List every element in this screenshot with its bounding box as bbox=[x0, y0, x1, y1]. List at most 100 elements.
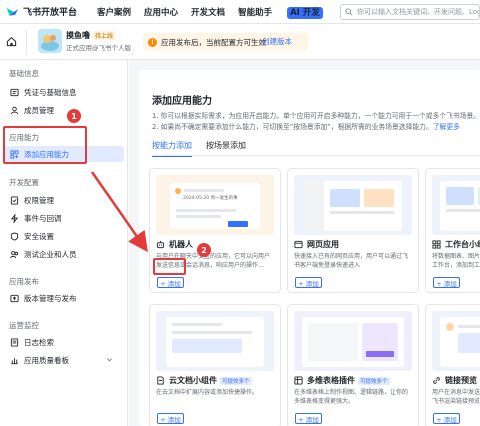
sidebar-section-dev-config: 开发配置 bbox=[9, 178, 39, 187]
event-icon bbox=[10, 213, 19, 223]
table-icon bbox=[294, 376, 303, 385]
card-thumbnail: 2024-05-20 周一发生的事 bbox=[156, 175, 274, 235]
search-icon bbox=[345, 8, 353, 16]
nav-smart-assistant-label: 智能助手 bbox=[238, 7, 273, 18]
platform-title: 飞书开放平台 bbox=[23, 8, 78, 18]
capability-card-web-app[interactable]: 网页应用 快速接入已有的网页应用，用户可以通过飞书客户端免登录快速进入 + 添加 bbox=[287, 168, 419, 293]
add-link-preview-button[interactable]: + 添加 bbox=[433, 413, 460, 424]
user-icon bbox=[10, 106, 19, 114]
sidebar-item-label: 测试企业和人员 bbox=[24, 249, 77, 259]
card-title: 云文档小组件 可提效多个 bbox=[156, 375, 252, 386]
card-thumbnail bbox=[432, 175, 480, 235]
home-icon[interactable] bbox=[6, 36, 17, 47]
app-name: 摸鱼噜 待上线 bbox=[66, 30, 116, 41]
sidebar-item-events[interactable]: 事件与回调 bbox=[4, 210, 124, 226]
sidebar-item-label: 成员管理 bbox=[24, 105, 54, 115]
app-status-badge: 待上线 bbox=[93, 31, 116, 40]
card-description: 快速接入已有的网页应用，用户可以通过飞书客户端免登录快速进入 bbox=[294, 253, 409, 269]
log-icon bbox=[10, 337, 19, 347]
sidebar-item-label: 日志检索 bbox=[24, 337, 54, 347]
sidebar-item-security[interactable]: 安全设置 bbox=[4, 228, 124, 244]
feishu-open-platform-logo[interactable]: 飞书开放平台 bbox=[6, 5, 77, 18]
feishu-logo-icon bbox=[6, 7, 19, 16]
sidebar: 基础信息 凭证与基础信息 成员管理 应用能力 添加应用能力 开发配置 权限管理 … bbox=[0, 60, 128, 426]
card-title-label: 网页应用 bbox=[307, 240, 339, 249]
sidebar-item-members[interactable]: 成员管理 bbox=[4, 102, 124, 118]
release-icon bbox=[10, 294, 19, 302]
app-header: 摸鱼噜 待上线 正式应用@飞书个人版 ! 应用发布后，当前配置方可生效 创建版本 bbox=[0, 24, 480, 60]
ai-dev-badge: AI 开发 bbox=[287, 6, 323, 19]
sidebar-section-basic: 基础信息 bbox=[9, 69, 39, 78]
add-workplace-widget-button[interactable]: + 添加 bbox=[433, 277, 460, 288]
top-nav: 客户案例 应用中心 开发文档 智能助手 AI 开发 bbox=[97, 6, 349, 19]
add-docs-widget-button[interactable]: + 添加 bbox=[157, 413, 184, 424]
nav-smart-assistant[interactable]: 智能助手 AI 开发 bbox=[238, 6, 336, 19]
app-name-label: 摸鱼噜 bbox=[66, 31, 90, 40]
capability-card-link-preview[interactable]: 链接预览 用户在消息中发送链接后，由应用处理产生飞书渲染链接预览 + 添加 bbox=[425, 304, 480, 426]
sidebar-section-monitoring: 运营监控 bbox=[9, 321, 39, 330]
sidebar-item-permissions[interactable]: 权限管理 bbox=[4, 192, 124, 208]
permission-icon bbox=[10, 195, 19, 205]
highlight-box-add-button bbox=[153, 258, 186, 275]
sidebar-item-label: 事件与回调 bbox=[24, 213, 62, 223]
card-thumbnail bbox=[432, 311, 480, 371]
search-placeholder: 你可以输入文档关键词、开发问题、Log ID bbox=[357, 8, 480, 16]
learn-more-link[interactable]: 了解更多 bbox=[433, 123, 460, 131]
nav-app-center[interactable]: 应用中心 bbox=[144, 6, 178, 18]
widget-icon bbox=[432, 240, 441, 249]
sidebar-item-version-release[interactable]: 版本管理与发布 bbox=[4, 290, 124, 306]
sidebar-item-label: 版本管理与发布 bbox=[24, 293, 77, 303]
card-thumbnail bbox=[294, 311, 412, 371]
add-web-app-button[interactable]: + 添加 bbox=[295, 277, 322, 288]
widget-preview-illustration bbox=[440, 181, 480, 231]
warning-icon: ! bbox=[148, 37, 157, 47]
capability-card-bitable-plugin[interactable]: 多维表格插件 可提效多个 在多维表格上制作视图、逻辑链路，让你的多维表格变得更强… bbox=[287, 304, 419, 426]
fish-avatar-icon bbox=[38, 29, 62, 53]
card-title-label: 云文档小组件 bbox=[169, 376, 217, 385]
sidebar-section-release: 应用发布 bbox=[9, 277, 39, 286]
card-description: 在云文档中扩展内容或添加快捷操作。 bbox=[156, 389, 259, 396]
bitable-preview-illustration bbox=[302, 317, 404, 367]
bot-preview-illustration bbox=[170, 183, 260, 229]
bot-preview-date: 2024-05-20 周一发生的事 bbox=[183, 196, 238, 201]
app-subtitle: 正式应用@飞书个人版 bbox=[66, 44, 131, 52]
add-bot-button[interactable]: + 添加 bbox=[157, 277, 184, 288]
card-badge: 可提效多个 bbox=[358, 376, 390, 385]
sidebar-item-log-search[interactable]: 日志检索 bbox=[4, 334, 124, 350]
test-users-icon bbox=[10, 250, 19, 258]
sidebar-item-label: 凭证与基础信息 bbox=[24, 87, 77, 97]
dashboard-icon bbox=[11, 357, 18, 364]
card-title-label: 机器人 bbox=[169, 240, 193, 249]
link-preview-illustration bbox=[440, 317, 480, 367]
card-title: 工作台小组件 bbox=[432, 239, 480, 250]
create-version-link[interactable]: 创建版本 bbox=[262, 33, 292, 51]
card-badge: 可提效多个 bbox=[220, 376, 252, 385]
tab-divider bbox=[152, 155, 480, 156]
card-thumbnail bbox=[156, 311, 274, 371]
sidebar-item-quality-dashboard[interactable]: 应用质量看板 bbox=[4, 352, 124, 368]
add-bitable-plugin-button[interactable]: + 添加 bbox=[295, 413, 322, 424]
web-app-preview-illustration bbox=[304, 181, 402, 231]
card-description: 用户在消息中发送链接后，由应用处理产生飞书渲染链接预览 bbox=[432, 389, 480, 405]
search-input[interactable]: 你可以输入文档关键词、开发问题、Log ID bbox=[340, 4, 480, 20]
sidebar-item-credentials[interactable]: 凭证与基础信息 bbox=[4, 84, 124, 100]
add-capability-panel: 添加应用能力 1. 你可以根据实际需求，为应用开启能力。单个应用可开启多种能力，… bbox=[139, 70, 480, 426]
capability-card-docs-widget[interactable]: 云文档小组件 可提效多个 在云文档中扩展内容或添加快捷操作。 + 添加 bbox=[149, 304, 281, 426]
capability-card-workplace-widget[interactable]: 工作台小组件 将数据图表、图片或其他信息添加到用户的工作台，添加到工作台 + 添… bbox=[425, 168, 480, 293]
notice-text: 应用发布后，当前配置方可生效 bbox=[161, 37, 266, 47]
robot-icon bbox=[156, 240, 165, 249]
docs-widget-preview-illustration bbox=[166, 317, 264, 367]
page-title: 添加应用能力 bbox=[152, 96, 212, 107]
description-line-1: 1. 你可以根据实际需求，为应用开启能力。单个应用可开启多种能力，一个能力可用于… bbox=[152, 112, 480, 120]
card-title-label: 工作台小组件 bbox=[445, 240, 480, 249]
step-marker-2: 2 bbox=[197, 243, 211, 257]
description-line-2-text: 2. 如果尚不确定需要添加什么能力，可切换至“按场景添加”，根据所需的业务场景选… bbox=[152, 123, 433, 131]
card-title: 多维表格插件 可提效多个 bbox=[294, 375, 390, 386]
divider bbox=[26, 30, 27, 54]
card-description: 将数据图表、图片或其他信息添加到用户的工作台，添加到工作台 bbox=[432, 253, 480, 269]
sidebar-item-test-users[interactable]: 测试企业和人员 bbox=[4, 246, 124, 262]
nav-customer-cases[interactable]: 客户案例 bbox=[97, 6, 131, 18]
chevron-down-icon bbox=[107, 358, 112, 362]
link-icon bbox=[433, 377, 440, 384]
nav-dev-docs[interactable]: 开发文档 bbox=[191, 6, 225, 18]
